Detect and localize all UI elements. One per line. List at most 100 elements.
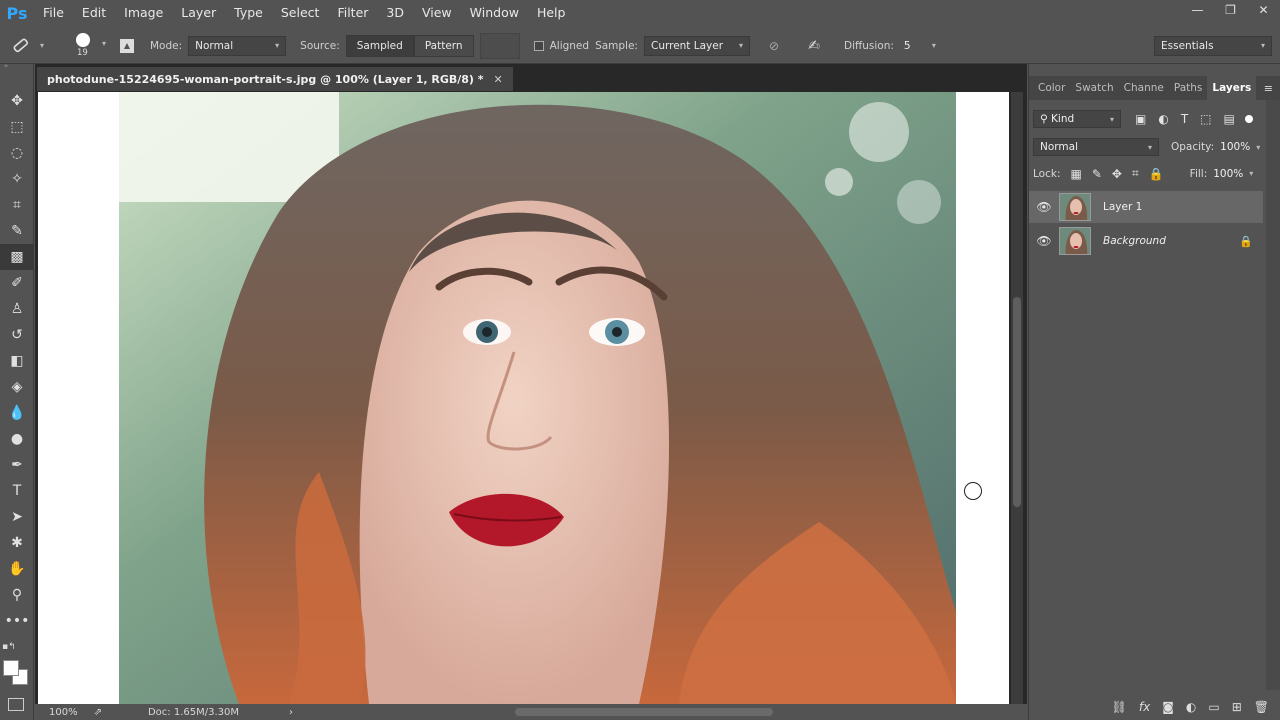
crop-tool[interactable]: ⌗ bbox=[0, 192, 34, 218]
pattern-button[interactable]: Pattern bbox=[413, 34, 474, 57]
workspace-select[interactable]: Essentials ▾ bbox=[1154, 35, 1272, 56]
filter-toggle-icon[interactable] bbox=[1244, 115, 1253, 123]
horizontal-scroll-thumb[interactable] bbox=[515, 708, 773, 716]
layer-row-background[interactable]: 👁 Background 🔒 bbox=[1029, 225, 1263, 257]
menu-edit[interactable]: Edit bbox=[73, 0, 115, 26]
default-colors-icon[interactable]: ▪↰ bbox=[2, 642, 16, 652]
maximize-button[interactable]: ❐ bbox=[1214, 0, 1247, 20]
foreground-color-swatch[interactable] bbox=[3, 660, 19, 676]
layer-lock-icon[interactable]: 🔒 bbox=[1239, 235, 1253, 248]
zoom-level[interactable]: 100% bbox=[49, 707, 78, 718]
brush-preset-picker[interactable]: 19 ▾ bbox=[72, 31, 108, 61]
ignore-adjustment-layers-icon[interactable]: ⊘ bbox=[762, 39, 786, 53]
menu-image[interactable]: Image bbox=[115, 0, 172, 26]
layer-name[interactable]: Background bbox=[1103, 235, 1166, 247]
type-tool[interactable]: T bbox=[0, 478, 34, 504]
marquee-tool[interactable]: ⬚ bbox=[0, 114, 34, 140]
document-tab[interactable]: photodune-15224695-woman-portrait-s.jpg … bbox=[37, 67, 513, 91]
portrait-photo[interactable] bbox=[119, 92, 956, 704]
eraser-tool[interactable]: ◧ bbox=[0, 348, 34, 374]
clone-stamp-tool[interactable]: ♙ bbox=[0, 296, 34, 322]
vertical-scrollbar[interactable] bbox=[1011, 92, 1023, 704]
panel-menu-icon[interactable]: ≡ bbox=[1264, 82, 1273, 95]
paint-bucket-tool[interactable]: ◈ bbox=[0, 374, 34, 400]
export-icon[interactable]: ⇗ bbox=[94, 707, 102, 718]
blend-mode-select[interactable]: Normal ▾ bbox=[1033, 138, 1159, 156]
tool-preset-icon[interactable]: ▾ bbox=[10, 36, 46, 56]
menu-layer[interactable]: Layer bbox=[172, 0, 225, 26]
menu-window[interactable]: Window bbox=[461, 0, 528, 26]
pixel-filter-icon[interactable]: ▣ bbox=[1135, 112, 1146, 126]
opacity-value[interactable]: 100% bbox=[1220, 141, 1250, 153]
clone-source-icon[interactable] bbox=[116, 35, 138, 57]
pen-tool[interactable]: ✒ bbox=[0, 452, 34, 478]
history-brush-tool[interactable]: ↺ bbox=[0, 322, 34, 348]
delete-layer-icon[interactable]: 🗑 bbox=[1254, 700, 1269, 714]
status-menu-chevron-icon[interactable]: › bbox=[289, 707, 293, 718]
move-tool[interactable]: ✥ bbox=[0, 88, 34, 114]
pressure-size-icon[interactable]: ✍ bbox=[802, 38, 826, 54]
visibility-eye-icon[interactable]: 👁 bbox=[1029, 234, 1059, 248]
menu-3d[interactable]: 3D bbox=[377, 0, 413, 26]
more-tools[interactable]: ••• bbox=[0, 608, 34, 634]
new-layer-icon[interactable]: ⊞ bbox=[1232, 700, 1242, 714]
lock-all-icon[interactable]: 🔒 bbox=[1149, 167, 1164, 181]
zoom-tool[interactable]: ⚲ bbox=[0, 582, 34, 608]
vertical-scroll-thumb[interactable] bbox=[1013, 297, 1021, 507]
panel-scrollbar[interactable] bbox=[1266, 100, 1280, 690]
custom-shape-tool[interactable]: ✱ bbox=[0, 530, 34, 556]
eyedropper-tool[interactable]: ✎ bbox=[0, 218, 34, 244]
tab-color[interactable]: Color bbox=[1033, 76, 1070, 100]
layer-name[interactable]: Layer 1 bbox=[1103, 201, 1142, 213]
doc-info[interactable]: Doc: 1.65M/3.30M bbox=[148, 707, 239, 718]
mode-select[interactable]: Normal ▾ bbox=[188, 35, 287, 56]
new-group-icon[interactable]: ▭ bbox=[1208, 700, 1219, 714]
tab-channels[interactable]: Channe bbox=[1119, 76, 1169, 100]
menu-type[interactable]: Type bbox=[225, 0, 272, 26]
menu-filter[interactable]: Filter bbox=[328, 0, 377, 26]
menu-select[interactable]: Select bbox=[272, 0, 329, 26]
menu-file[interactable]: File bbox=[34, 0, 73, 26]
canvas[interactable] bbox=[38, 92, 1009, 704]
lock-artboard-icon[interactable]: ⌗ bbox=[1132, 166, 1139, 181]
minimize-button[interactable]: — bbox=[1181, 0, 1214, 20]
type-filter-icon[interactable]: T bbox=[1181, 112, 1188, 126]
aligned-checkbox[interactable] bbox=[533, 40, 544, 51]
quick-select-tool[interactable]: ✧ bbox=[0, 166, 34, 192]
hand-tool[interactable]: ✋ bbox=[0, 556, 34, 582]
link-layers-icon[interactable]: ⛓ bbox=[1112, 700, 1127, 714]
smart-object-filter-icon[interactable]: ▤ bbox=[1224, 112, 1235, 126]
adjustment-filter-icon[interactable]: ◐ bbox=[1158, 112, 1168, 126]
healing-brush-tool[interactable]: ▩ bbox=[0, 244, 34, 270]
sample-select[interactable]: Current Layer ▾ bbox=[643, 35, 750, 56]
visibility-eye-icon[interactable]: 👁 bbox=[1029, 200, 1059, 214]
blur-tool[interactable]: 💧 bbox=[0, 400, 34, 426]
opacity-dropdown-icon[interactable]: ▾ bbox=[1256, 143, 1260, 152]
sampled-button[interactable]: Sampled bbox=[345, 34, 414, 57]
layer-style-icon[interactable]: fx bbox=[1139, 700, 1150, 714]
fill-dropdown-icon[interactable]: ▾ bbox=[1249, 169, 1253, 178]
layer-row-layer-1[interactable]: 👁 Layer 1 bbox=[1029, 191, 1263, 223]
tab-swatches[interactable]: Swatch bbox=[1070, 76, 1118, 100]
brush-tool[interactable]: ✐ bbox=[0, 270, 34, 296]
lock-position-icon[interactable]: ✥ bbox=[1112, 167, 1122, 181]
dodge-tool[interactable]: ● bbox=[0, 426, 34, 452]
lasso-tool[interactable]: ◌ bbox=[0, 140, 34, 166]
shape-filter-icon[interactable]: ⬚ bbox=[1200, 112, 1211, 126]
fill-value[interactable]: 100% bbox=[1213, 168, 1243, 180]
lock-transparency-icon[interactable]: ▦ bbox=[1070, 167, 1081, 181]
tab-layers[interactable]: Layers bbox=[1207, 76, 1257, 100]
menu-view[interactable]: View bbox=[413, 0, 461, 26]
tab-paths[interactable]: Paths bbox=[1169, 76, 1208, 100]
lock-pixels-icon[interactable]: ✎ bbox=[1092, 167, 1102, 181]
pattern-picker[interactable] bbox=[479, 32, 520, 59]
add-mask-icon[interactable]: ◙ bbox=[1162, 700, 1174, 714]
close-document-icon[interactable]: ✕ bbox=[494, 73, 503, 86]
diffusion-select[interactable]: 5 ▾ bbox=[900, 40, 940, 52]
close-button[interactable]: ✕ bbox=[1247, 0, 1280, 20]
quick-mask-icon[interactable] bbox=[8, 698, 24, 711]
adjustment-layer-icon[interactable]: ◐ bbox=[1186, 700, 1196, 714]
kind-filter-select[interactable]: ⚲ Kind ▾ bbox=[1033, 110, 1121, 128]
path-selection-tool[interactable]: ➤ bbox=[0, 504, 34, 530]
menu-help[interactable]: Help bbox=[528, 0, 575, 26]
